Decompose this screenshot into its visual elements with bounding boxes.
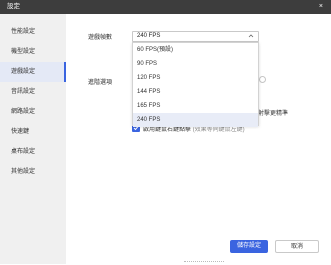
scroll-indicator <box>184 261 224 265</box>
fps-option[interactable]: 144 FPS <box>133 85 258 99</box>
fps-option-selected[interactable]: 240 FPS <box>133 113 258 127</box>
save-settings-button[interactable]: 儲存設定 <box>230 240 268 253</box>
fps-option[interactable]: 120 FPS <box>133 71 258 85</box>
option-partial-label: 射擊更精準 <box>258 111 289 117</box>
cancel-button[interactable]: 取消 <box>275 240 319 253</box>
main-panel: 遊戲幀數 240 FPS 進階選項 射擊更精準 啟用鍵鼠右鍵點擊 (效果等同鍵鼠… <box>66 14 331 264</box>
sidebar: 性能設定 機型設定 遊戲設定 音訊設定 網路設定 快速鍵 桌布設定 其他設定 <box>0 14 66 264</box>
sidebar-item-other[interactable]: 其他設定 <box>0 162 66 182</box>
fps-option[interactable]: 60 FPS(預設) <box>133 43 258 57</box>
chevron-up-icon <box>248 34 254 38</box>
fps-dropdown-menu: 60 FPS(預設) 90 FPS 120 FPS 144 FPS 165 FP… <box>132 42 259 127</box>
fps-label: 遊戲幀數 <box>88 35 113 41</box>
fps-option[interactable]: 165 FPS <box>133 99 258 113</box>
sidebar-item-wallpaper[interactable]: 桌布設定 <box>0 142 66 162</box>
sidebar-item-audio[interactable]: 音訊設定 <box>0 82 66 102</box>
fps-select-value: 240 FPS <box>137 33 161 39</box>
window-titlebar: 設定 × <box>0 0 331 14</box>
window-title: 設定 <box>7 3 20 10</box>
sidebar-item-shortcuts[interactable]: 快速鍵 <box>0 122 66 142</box>
checkbox-label-text: 啟用鍵鼠右鍵點擊 <box>143 127 192 133</box>
close-icon[interactable]: × <box>319 0 323 14</box>
radio-button[interactable] <box>259 76 266 83</box>
fps-select[interactable]: 240 FPS <box>132 31 259 42</box>
settings-window: 性能設定 機型設定 遊戲設定 音訊設定 網路設定 快速鍵 桌布設定 其他設定 遊… <box>0 14 331 264</box>
sidebar-item-device-model[interactable]: 機型設定 <box>0 42 66 62</box>
sidebar-item-network[interactable]: 網路設定 <box>0 102 66 122</box>
sidebar-item-game[interactable]: 遊戲設定 <box>0 62 66 82</box>
fps-option[interactable]: 90 FPS <box>133 57 258 71</box>
sidebar-item-performance[interactable]: 性能設定 <box>0 22 66 42</box>
checkbox-hint: (效果等同鍵鼠左鍵) <box>192 127 245 133</box>
advanced-options-label: 進階選項 <box>88 80 113 86</box>
